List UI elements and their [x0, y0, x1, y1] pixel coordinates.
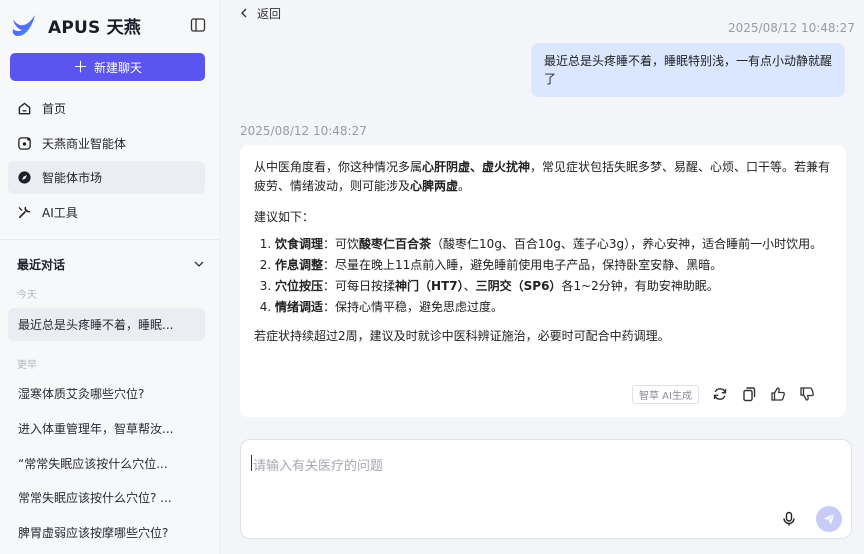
- nav-item-home[interactable]: 首页: [8, 92, 205, 125]
- sidebar-toggle-icon[interactable]: [190, 17, 206, 33]
- nav-item-ai-tools[interactable]: AI工具: [8, 196, 205, 229]
- advice-item: 饮食调理：可饮酸枣仁百合茶（酸枣仁10g、百合10g、莲子心3g），养心安神，适…: [275, 235, 832, 254]
- nav-label: 首页: [42, 102, 67, 116]
- nav-label: 天燕商业智能体: [42, 137, 127, 151]
- ai-generated-badge: 智草 AI生成: [632, 384, 699, 404]
- plus-icon: ＋: [72, 57, 88, 76]
- earlier-label: 更早: [17, 360, 37, 371]
- home-icon: [18, 102, 31, 115]
- recent-chats-title: 最近对话: [17, 258, 66, 272]
- compass-icon: [18, 171, 31, 184]
- composer-input[interactable]: 请输入有关医疗的问题: [253, 455, 383, 474]
- today-label: 今天: [17, 290, 37, 301]
- agent-icon: [18, 137, 31, 150]
- user-message: 最近总是头疼睡不着，睡眠特别浅，一有点小动静就醒了: [531, 43, 845, 97]
- nav-item-business-agent[interactable]: 天燕商业智能体: [8, 127, 205, 160]
- apus-logo-icon: [12, 15, 35, 36]
- brand[interactable]: APUS 天燕: [10, 10, 141, 40]
- advice-item: 作息调整：尽量在晚上11点前入睡，避免睡前使用电子产品，保持卧室安静、黑暗。: [275, 256, 832, 275]
- advice-list: 饮食调理：可饮酸枣仁百合茶（酸枣仁10g、百合10g、莲子心3g），养心安神，适…: [275, 235, 832, 317]
- sidebar: APUS 天燕 ＋ 新建聊天 首页 天燕商业智能体 智能体市场 AI工具 最近对…: [0, 0, 220, 554]
- thumbs-up-icon[interactable]: [770, 386, 786, 402]
- thumbs-down-icon[interactable]: [799, 386, 815, 402]
- regenerate-icon[interactable]: [712, 386, 728, 402]
- brand-name: APUS 天燕: [48, 17, 141, 38]
- copy-icon[interactable]: [741, 386, 757, 402]
- nav-item-agent-market[interactable]: 智能体市场: [8, 161, 205, 194]
- advice-item: 穴位按压：可每日按揉神门（HT7）、三阴交（SP6）各1~2分钟，有助安神助眠。: [275, 277, 832, 296]
- send-icon: [823, 513, 835, 525]
- wrench-icon: [18, 206, 31, 219]
- text-caret: [251, 455, 252, 471]
- back-button[interactable]: 返回: [239, 5, 281, 21]
- divider: [0, 239, 219, 240]
- user-timestamp: 2025/08/12 10:48:27: [728, 21, 855, 35]
- recent-chat-item[interactable]: 常常失眠应该按什么穴位? ...: [8, 481, 205, 514]
- ai-answer: 从中医角度看，你这种情况多属心肝阴虚、虚火扰神，常见症状包括失眠多梦、易醒、心烦…: [240, 145, 846, 417]
- recent-chat-item[interactable]: “常常失眠应该按什么穴位...: [8, 447, 205, 480]
- back-label: 返回: [257, 6, 282, 21]
- nav-label: AI工具: [42, 206, 78, 220]
- answer-outro: 若症状持续超过2周，建议及时就诊中医科辨证施治，必要时可配合中药调理。: [254, 329, 670, 343]
- nav-label: 智能体市场: [42, 171, 103, 185]
- composer[interactable]: 请输入有关医疗的问题: [240, 439, 852, 539]
- answer-intro: 从中医角度看，你这种情况多属心肝阴虚、虚火扰神，常见症状包括失眠多梦、易醒、心烦…: [254, 160, 831, 193]
- chevron-down-icon[interactable]: [193, 258, 205, 270]
- recent-chat-item[interactable]: 脾胃虚弱应该按摩哪些穴位?: [8, 516, 205, 549]
- new-chat-label: 新建聊天: [94, 60, 143, 75]
- recent-chat-item[interactable]: 进入体重管理年，智草帮汝...: [8, 412, 205, 445]
- ai-timestamp: 2025/08/12 10:48:27: [240, 124, 367, 138]
- advice-label: 建议如下：: [254, 210, 315, 224]
- microphone-icon[interactable]: [781, 511, 797, 527]
- recent-chat-item[interactable]: 湿寒体质艾灸哪些穴位?: [8, 377, 205, 410]
- advice-item: 情绪调适：保持心情平稳，避免思虑过度。: [275, 298, 832, 317]
- chevron-left-icon: [241, 8, 247, 18]
- recent-chat-item[interactable]: 最近总是头疼睡不着，睡眠...: [8, 308, 205, 341]
- answer-actions: 智草 AI生成: [632, 383, 815, 405]
- send-button[interactable]: [816, 506, 842, 532]
- new-chat-button[interactable]: ＋ 新建聊天: [10, 53, 205, 81]
